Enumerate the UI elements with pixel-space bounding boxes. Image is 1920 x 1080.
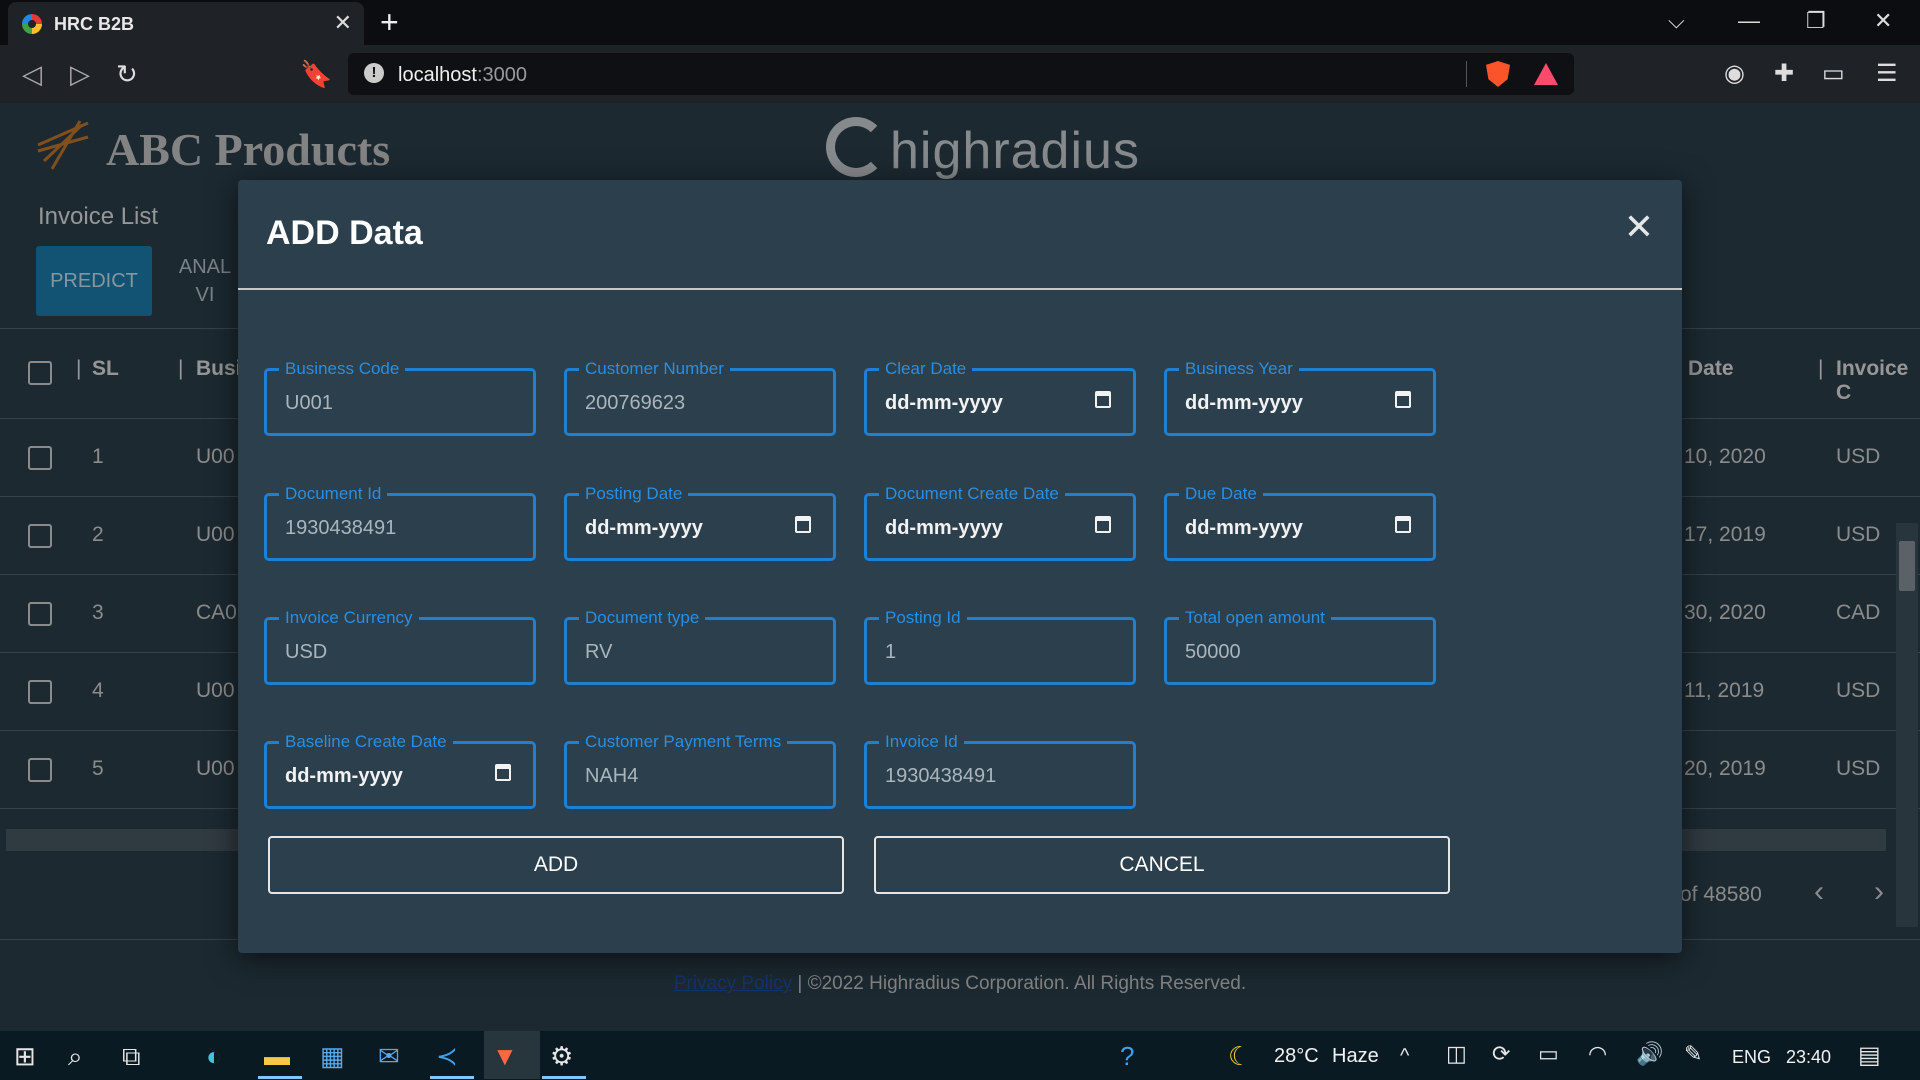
meet-now-icon[interactable]: ◫ [1446, 1041, 1467, 1067]
calendar-icon[interactable] [795, 516, 811, 533]
temperature[interactable]: 28°C [1274, 1045, 1319, 1068]
url-separator [1466, 61, 1467, 87]
customer-number-field[interactable]: Customer Number 200769623 [564, 359, 836, 436]
posting-id-field[interactable]: Posting Id 1 [864, 608, 1136, 685]
edge-icon[interactable]: ◐ [206, 1041, 222, 1072]
wallet-icon[interactable]: ▭ [1822, 59, 1845, 88]
forward-icon[interactable]: ▷ [70, 59, 90, 90]
close-icon[interactable]: ✕ [1624, 206, 1654, 248]
add-data-dialog: ADD Data ✕ Business Code U001 Customer N… [238, 180, 1682, 953]
calendar-icon[interactable] [1095, 391, 1111, 408]
clear-date-field[interactable]: Clear Date dd-mm-yyyy [864, 359, 1136, 436]
dialog-divider [238, 288, 1682, 290]
tab-title: HRC B2B [54, 14, 135, 34]
weather-condition[interactable]: Haze [1332, 1045, 1379, 1068]
calendar-icon[interactable] [495, 764, 511, 781]
extension-icon[interactable]: ◉ [1724, 59, 1745, 88]
customer-payment-terms-field[interactable]: Customer Payment Terms NAH4 [564, 732, 836, 809]
document-id-field[interactable]: Document Id 1930438491 [264, 484, 536, 561]
settings-app-icon[interactable]: ⚙ [550, 1041, 573, 1072]
windows-start-icon[interactable]: ⊞ [14, 1041, 36, 1072]
tab-search-icon[interactable]: ⌵ [1668, 8, 1685, 34]
total-open-amount-field[interactable]: Total open amount 50000 [1164, 608, 1436, 685]
business-year-field[interactable]: Business Year dd-mm-yyyy [1164, 359, 1436, 436]
weather-moon-icon: ☾ [1228, 1041, 1252, 1071]
browser-tabbar: HRC B2B ✕ + ⌵ — ❐ ✕ [0, 0, 1920, 45]
cancel-button[interactable]: CANCEL [874, 836, 1450, 894]
calendar-icon[interactable] [1395, 391, 1411, 408]
invoice-currency-field[interactable]: Invoice Currency USD [264, 608, 536, 685]
due-date-field[interactable]: Due Date dd-mm-yyyy [1164, 484, 1436, 561]
site-info-icon[interactable]: ! [364, 63, 384, 83]
search-icon[interactable]: ⌕ [68, 1041, 83, 1073]
browser-toolbar: ◁ ▷ ↻ 🔖 ! localhost:3000 ◉ ✚ ▭ ☰ [0, 45, 1920, 103]
battery-icon[interactable]: ▭ [1538, 1041, 1559, 1067]
invoice-id-field[interactable]: Invoice Id 1930438491 [864, 732, 1136, 809]
minimize-icon[interactable]: — [1738, 8, 1760, 34]
volume-icon[interactable]: 🔊 [1636, 1041, 1663, 1067]
extensions-puzzle-icon[interactable]: ✚ [1774, 59, 1794, 88]
document-create-date-field[interactable]: Document Create Date dd-mm-yyyy [864, 484, 1136, 561]
task-view-icon[interactable]: ⧉ [122, 1041, 141, 1073]
clock[interactable]: 23:40 [1786, 1047, 1831, 1068]
file-explorer-icon[interactable]: ▬ [264, 1041, 290, 1072]
brave-shields-icon[interactable] [1486, 61, 1510, 87]
site-favicon-icon [22, 14, 42, 34]
baseline-create-date-field[interactable]: Baseline Create Date dd-mm-yyyy [264, 732, 536, 809]
chevron-up-icon[interactable]: ^ [1400, 1045, 1409, 1068]
windows-taskbar: ⊞ ⌕ ⧉ ◐ ▬ ▦ ✉ ≺ ▼ ⚙ ? ☾ 28°C Haze ^ ◫ ⟳ … [0, 1031, 1920, 1080]
close-tab-icon[interactable]: ✕ [334, 10, 352, 36]
reload-icon[interactable]: ↻ [116, 59, 138, 90]
help-icon[interactable]: ? [1120, 1041, 1134, 1072]
vscode-icon[interactable]: ≺ [436, 1041, 458, 1072]
back-icon[interactable]: ◁ [22, 59, 42, 90]
pen-icon[interactable]: ✎ [1684, 1041, 1702, 1067]
new-tab-icon[interactable]: + [380, 4, 399, 41]
business-code-field[interactable]: Business Code U001 [264, 359, 536, 436]
menu-icon[interactable]: ☰ [1876, 59, 1898, 88]
calendar-icon[interactable] [1395, 516, 1411, 533]
notifications-icon[interactable]: ▤ [1858, 1041, 1881, 1070]
mail-icon[interactable]: ✉ [378, 1041, 400, 1072]
language-indicator[interactable]: ENG [1732, 1047, 1771, 1068]
address-bar[interactable]: ! localhost:3000 [348, 53, 1574, 95]
restore-icon[interactable]: ❐ [1806, 8, 1826, 34]
document-type-field[interactable]: Document type RV [564, 608, 836, 685]
brave-rewards-icon[interactable] [1534, 63, 1558, 85]
calendar-icon[interactable] [1095, 516, 1111, 533]
wifi-icon[interactable]: ◠ [1588, 1041, 1607, 1067]
posting-date-field[interactable]: Posting Date dd-mm-yyyy [564, 484, 836, 561]
url-text[interactable]: localhost:3000 [398, 64, 527, 87]
store-icon[interactable]: ▦ [320, 1041, 345, 1072]
browser-tab[interactable]: HRC B2B ✕ [8, 2, 364, 45]
sync-icon[interactable]: ⟳ [1492, 1041, 1510, 1067]
dialog-title: ADD Data [266, 214, 423, 252]
bookmark-icon[interactable]: 🔖 [300, 59, 332, 90]
window-close-icon[interactable]: ✕ [1874, 8, 1892, 34]
add-button[interactable]: ADD [268, 836, 844, 894]
